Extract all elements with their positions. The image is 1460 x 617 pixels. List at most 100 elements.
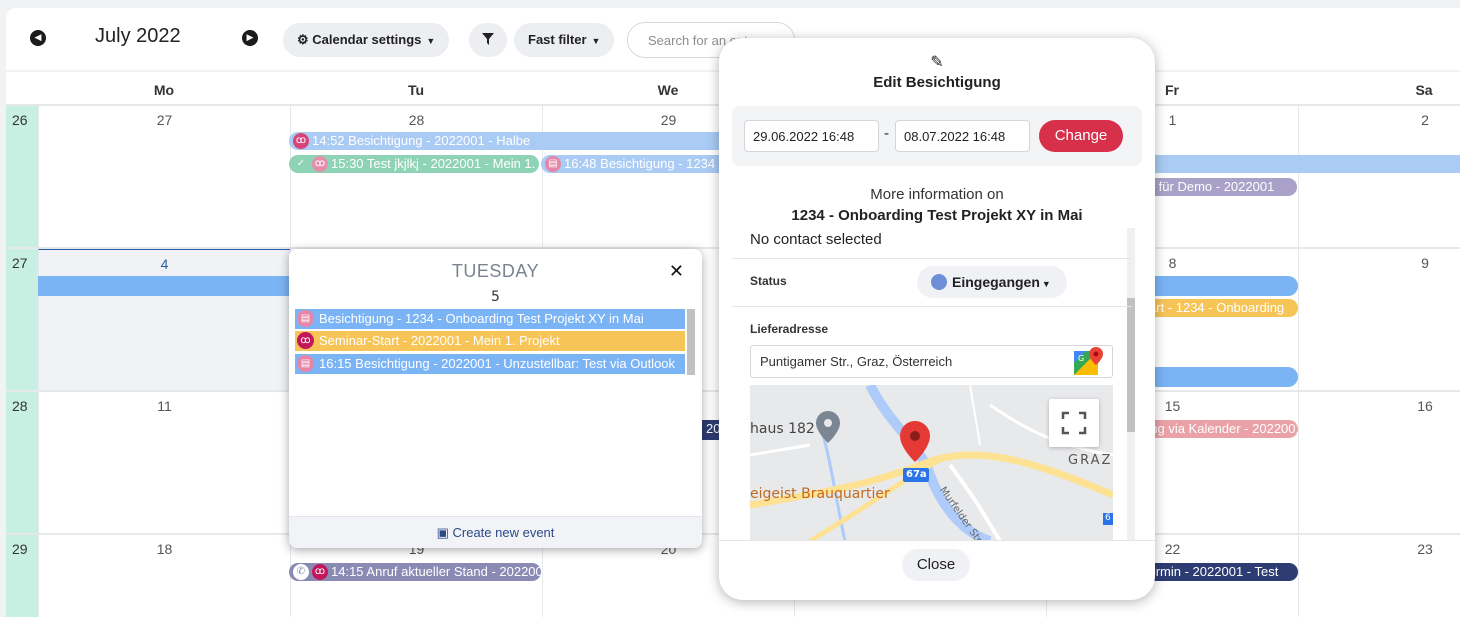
calendar-event[interactable] — [1154, 367, 1298, 387]
day-cell[interactable]: 2 — [1298, 106, 1460, 247]
event-label: Bestellung via Kalender - 2022001 — [1154, 421, 1298, 436]
scrollbar-thumb[interactable] — [1127, 298, 1135, 432]
date-from-input[interactable] — [744, 120, 879, 152]
calendar-event[interactable] — [1154, 276, 1298, 296]
calendar-settings-label: Calendar settings — [312, 32, 422, 47]
popover-event[interactable]: ▤ 16:15 Besichtigung - 2022001 - Unzustel… — [295, 354, 685, 374]
date-to-input[interactable] — [895, 120, 1030, 152]
project-name[interactable]: 1234 - Onboarding Test Projekt XY in Mai — [719, 207, 1155, 224]
close-icon[interactable]: ✕ — [669, 261, 684, 282]
people-icon: ꝏ — [297, 332, 314, 349]
calendar-event[interactable]: ꝏ 14:52 Besichtigung - 2022001 - Halbe — [289, 132, 729, 150]
day-number: 27 — [156, 112, 173, 128]
status-value: Eingegangen — [952, 274, 1040, 290]
people-icon: ꝏ — [293, 133, 309, 149]
address-label: Lieferadresse — [750, 322, 829, 336]
week-number: 29 — [6, 535, 38, 617]
status-dot-icon — [931, 274, 947, 290]
day-popover: TUESDAY 5 ✕ ▤ Besichtigung - 1234 - Onboa… — [289, 249, 702, 548]
filter-icon — [482, 33, 494, 45]
day-cell[interactable]: 9 — [1298, 249, 1460, 390]
day-number: 16 — [1417, 398, 1433, 414]
chevron-left-icon[interactable]: ◀ — [30, 30, 46, 46]
caret-down-icon: ▼ — [591, 36, 601, 46]
fullscreen-button[interactable] — [1049, 399, 1099, 447]
more-info-label: More information on — [870, 186, 1004, 203]
calendar-event[interactable] — [38, 276, 298, 296]
day-number: 23 — [1417, 541, 1433, 557]
day-number: 11 — [157, 398, 172, 414]
event-label: Seminar-Start - 2022001 - Mein 1. Projek… — [319, 333, 560, 348]
chevron-right-icon[interactable]: ▶ — [242, 30, 258, 46]
status-dropdown[interactable]: Eingegangen ▼ — [917, 266, 1067, 298]
popover-title: TUESDAY — [451, 261, 540, 281]
day-cell-today[interactable]: 4 — [38, 249, 290, 390]
date-separator: - — [884, 126, 890, 142]
month-title: July 2022 — [95, 25, 181, 47]
document-icon: ▤ — [297, 355, 314, 372]
close-button[interactable]: Close — [902, 549, 970, 581]
week-number: 26 — [6, 106, 38, 247]
address-input[interactable] — [750, 345, 1113, 378]
caret-down-icon: ▼ — [1041, 279, 1051, 289]
edit-panel: ✎ Edit Besichtigung - Change More inform… — [719, 38, 1155, 600]
calendar-plus-icon: ▣ — [436, 525, 449, 540]
calendar-event[interactable]: Termin - 2022001 - Test — [1154, 563, 1298, 581]
calendar-event[interactable]: Seminar-Start - 1234 - Onboarding — [1154, 299, 1298, 317]
day-cell[interactable]: 28 — [290, 106, 542, 247]
create-event-button[interactable]: ▣ Create new event — [289, 516, 702, 548]
people-icon: ꝏ — [312, 564, 328, 580]
event-label: Seminar-Start - 1234 - Onboarding — [1154, 300, 1285, 315]
map-label: 6 — [1105, 513, 1111, 523]
scrollbar[interactable] — [687, 309, 695, 375]
calendar-event[interactable]: ✓ ꝏ 15:30 Test jkjlkj - 2022001 - Mein 1. … — [289, 155, 539, 173]
edit-icon: ✎ — [930, 52, 944, 71]
filter-button[interactable] — [469, 23, 507, 57]
day-number: 28 — [408, 112, 425, 128]
day-cell[interactable]: 18 — [38, 535, 290, 617]
event-label: 14:52 Besichtigung - 2022001 - Halbe — [312, 133, 531, 148]
day-number: 4 — [160, 256, 169, 272]
google-maps-icon[interactable]: G — [1074, 347, 1104, 376]
calendar-event[interactable]: Anruf für Demo - 2022001 — [1154, 178, 1297, 196]
svg-text:G: G — [1078, 354, 1084, 363]
change-button[interactable]: Change — [1039, 120, 1123, 152]
day-number: 18 — [156, 541, 173, 557]
document-icon: ▤ — [545, 156, 561, 172]
gear-icon: ⚙ — [297, 32, 309, 47]
people-icon: ꝏ — [312, 156, 328, 172]
map-label: haus 182 — [750, 421, 815, 437]
check-icon: ✓ — [296, 158, 306, 169]
divider — [732, 306, 1132, 307]
popover-event-list: ▤ Besichtigung - 1234 - Onboarding Test P… — [295, 309, 695, 437]
event-label: Termin - 2022001 - Test — [1154, 564, 1279, 579]
calendar-event[interactable]: Bestellung via Kalender - 2022001 — [1154, 420, 1298, 438]
map-label: GRAZ — [1068, 453, 1113, 468]
create-event-label: Create new event — [452, 525, 555, 540]
popover-arrow — [700, 312, 714, 336]
calendar-event[interactable]: ▤ 16:48 Besichtigung - 1234 — [541, 155, 731, 173]
calendar-event[interactable] — [1154, 155, 1460, 173]
divider — [732, 258, 1132, 259]
map-label: eigeist Brauquartier — [750, 486, 890, 502]
caret-down-icon: ▼ — [426, 36, 436, 46]
week-number: 28 — [6, 392, 38, 533]
popover-event[interactable]: ꝏ Seminar-Start - 2022001 - Mein 1. Proje… — [295, 331, 685, 351]
event-label: 14:15 Anruf aktueller Stand - 2022001 — [331, 564, 541, 579]
day-cell[interactable]: 27 — [38, 106, 290, 247]
calendar-event[interactable]: ✆ ꝏ 14:15 Anruf aktueller Stand - 2022001 — [289, 563, 541, 581]
day-header-mo: Mo — [153, 82, 175, 98]
day-cell[interactable]: 23 — [1298, 535, 1460, 617]
day-cell[interactable]: 11 — [38, 392, 290, 533]
fast-filter-button[interactable]: Fast filter ▼ — [514, 23, 615, 57]
event-label: 16:15 Besichtigung - 2022001 - Unzustell… — [319, 356, 676, 371]
day-header-tu: Tu — [407, 82, 425, 98]
popover-event[interactable]: ▤ Besichtigung - 1234 - Onboarding Test P… — [295, 309, 685, 329]
event-label: Anruf für Demo - 2022001 — [1154, 179, 1275, 194]
map-label: 67a — [906, 469, 927, 480]
edit-title: Edit Besichtigung — [873, 74, 1001, 91]
day-header-sa: Sa — [1415, 82, 1433, 98]
calendar-settings-button[interactable]: ⚙ Calendar settings ▼ — [283, 23, 450, 57]
day-cell[interactable]: 16 — [1298, 392, 1460, 533]
week-number: 27 — [6, 249, 38, 390]
